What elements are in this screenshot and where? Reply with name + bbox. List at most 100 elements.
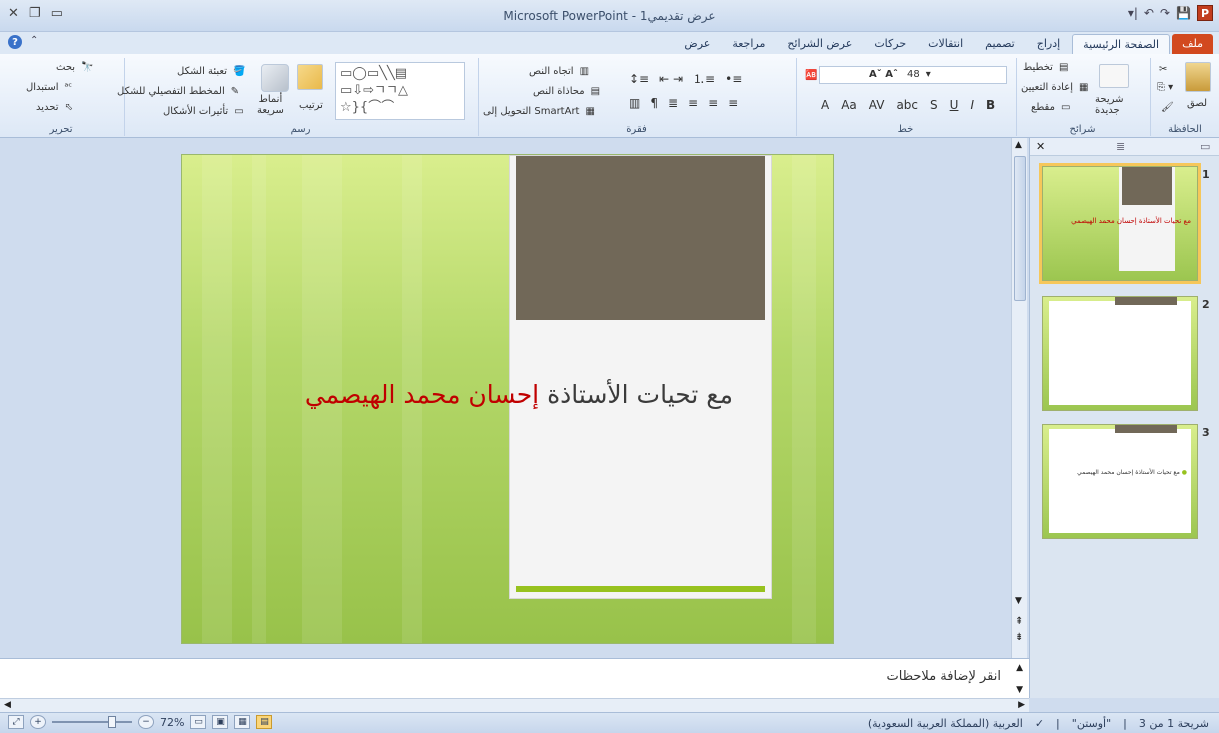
slideshow-view-icon[interactable]: ▭ [190,715,207,729]
paste-button[interactable]: لصق [1187,98,1207,109]
arrange-button[interactable]: ترتيب [299,100,323,111]
save-icon[interactable]: 💾 [1176,6,1191,20]
bullets-icon[interactable]: •≡ [725,72,742,86]
scroll-down-icon[interactable]: ▼ [1015,596,1022,606]
fit-slide-icon[interactable]: ⤢ [8,715,24,729]
indent-icons[interactable]: ⇤ ⇥ [659,72,683,86]
tab-design[interactable]: تصميم [975,34,1025,54]
line-spacing-icon[interactable]: ↕≡ [629,72,649,86]
tab-home[interactable]: الصفحة الرئيسية [1072,34,1171,54]
powerpoint-logo-icon[interactable]: P [1197,5,1213,21]
shape-effects-button[interactable]: تأثيرات الأشكال ▭ [163,106,244,117]
paste-icon[interactable] [1185,62,1211,92]
slide-sorter-icon[interactable]: ▦ [234,715,251,729]
content-panel [509,155,772,599]
change-case-icon[interactable]: Aa [841,98,857,112]
numbering-icon[interactable]: ⒈≡ [693,70,715,87]
align-center-icon[interactable]: ≡ [708,96,718,110]
font-color-icon[interactable]: A [821,98,829,112]
tab-transitions[interactable]: انتقالات [918,34,973,54]
new-slide-icon[interactable] [1099,64,1129,88]
scroll-right-icon[interactable]: ▶ [1018,700,1025,710]
redo-icon[interactable]: ↷ [1160,6,1170,20]
shapes-gallery[interactable]: ▭◯▭╲╲▤ ▭⇩⇨ㄱㄱ△ ☆}{⌒⌒ [335,62,465,120]
select-button[interactable]: تحديد ⬁ [36,102,73,113]
language-indicator[interactable]: العربية (المملكة العربية السعودية) [868,717,1023,730]
justify-icon[interactable]: ≣ [668,96,678,110]
spellcheck-icon[interactable]: ✓ [1035,717,1044,730]
shape-outline-button[interactable]: المخطط التفصيلي للشكل ✎ [117,86,239,97]
quick-styles-button[interactable]: أنماط سريعة [257,94,284,116]
outline-tab-icon[interactable]: ≣ [1116,140,1125,153]
section-button[interactable]: مقطع ▭ [1031,102,1070,113]
slide-title-text[interactable]: مع تحيات الأستاذة إحسان محمد الهيصمي [305,380,733,409]
thumb-picture [1115,297,1177,305]
layout-button[interactable]: تخطيط ▤ [1023,62,1068,73]
replace-button[interactable]: استبدال ᵃᶜ [26,82,72,93]
close-pane-icon[interactable]: ✕ [1036,140,1045,153]
thumb-content-panel [1049,429,1191,533]
horizontal-scrollbar[interactable]: ◀ ▶ [0,698,1029,712]
cut-icon[interactable]: ✂ [1159,64,1167,75]
zoom-out-icon[interactable]: − [138,715,154,729]
tab-slideshow[interactable]: عرض الشرائح [777,34,862,54]
scroll-left-icon[interactable]: ◀ [4,700,11,710]
text-direction-button[interactable]: اتجاه النص ▥ [529,66,589,77]
new-slide-button[interactable]: شريحة جديدة [1095,94,1148,116]
customize-qat-icon[interactable]: ▾| [1128,6,1138,20]
zoom-slider-knob[interactable] [108,716,116,728]
scroll-up-icon[interactable]: ▲ [1015,140,1022,150]
align-text-button[interactable]: محاذاة النص ▤ [533,86,600,97]
tab-file[interactable]: ملف [1172,34,1213,54]
drawing-group-label: رسم [290,124,311,135]
status-bar: ⤢ + − 72% ▭ ▣ ▦ ▤ شريحة 1 من 3 | "أوستن"… [0,712,1219,733]
quick-styles-icon[interactable] [261,64,289,92]
align-left-icon[interactable]: ≡ [688,96,698,110]
current-slide[interactable]: مع تحيات الأستاذة إحسان محمد الهيصمي [181,154,834,644]
font-size-field[interactable]: 48 ▾ [907,69,931,80]
undo-icon[interactable]: ↶ [1144,6,1154,20]
rtl-icon[interactable]: ¶ [650,96,658,110]
tab-review[interactable]: مراجعة [722,34,775,54]
align-right-icon[interactable]: ≡ [728,96,738,110]
slide-thumbnail-2[interactable] [1042,296,1198,411]
bold-icon[interactable]: B [986,98,995,112]
slide-thumbnail-3[interactable]: ● مع تحيات الأستاذة إحسان محمد الهيصمي [1042,424,1198,539]
prev-slide-icon[interactable]: ⇞ [1015,616,1023,627]
columns-icon[interactable]: ▥ [629,96,640,110]
tab-animations[interactable]: حركات [864,34,916,54]
tab-view[interactable]: عرض [674,34,720,54]
find-label: بحث [56,62,76,73]
minimize-ribbon-icon[interactable]: ⌃ [30,35,38,49]
slide-vertical-scrollbar[interactable]: ▲ ▼ ⇞ ⇟ [1011,138,1027,658]
shape-fill-button[interactable]: تعبئة الشكل 🪣 [177,66,245,77]
reading-view-icon[interactable]: ▣ [212,715,229,729]
zoom-level[interactable]: 72% [160,716,184,729]
italic-icon[interactable]: I [970,98,974,112]
grow-shrink-font-icons[interactable]: Aˇ Aˆ [869,69,898,80]
arrange-icon[interactable] [297,64,323,90]
notes-pane[interactable]: انقر لإضافة ملاحظات ▲ ▼ [0,658,1029,698]
underline-icon[interactable]: U [950,98,959,112]
shadow-icon[interactable]: S [930,98,938,112]
slide-thumbnail-1[interactable]: مع تحيات الأستاذة إحسان محمد الهيصمي [1039,163,1201,284]
zoom-slider[interactable] [52,716,132,728]
tab-insert[interactable]: إدراج [1027,34,1070,54]
notes-scroll-down-icon[interactable]: ▼ [1016,685,1023,695]
notes-scroll-up-icon[interactable]: ▲ [1016,663,1023,673]
zoom-in-icon[interactable]: + [30,715,46,729]
next-slide-icon[interactable]: ⇟ [1015,632,1023,643]
reset-button[interactable]: إعادة التعيين ▦ [1021,82,1088,93]
copy-icon[interactable]: ⎘ ▾ [1157,82,1173,93]
clear-format-icon[interactable]: 🆎 [805,70,817,81]
strikethrough-icon[interactable]: abc [896,98,918,112]
slides-tab-icon[interactable]: ▭ [1200,140,1210,153]
find-button[interactable]: بحث 🔭 [56,62,94,73]
normal-view-icon[interactable]: ▤ [256,715,273,729]
help-icon[interactable]: ? [8,35,22,49]
scroll-thumb[interactable] [1014,156,1026,301]
smartart-button[interactable]: التحويل إلى SmartArt ▦ [483,106,595,117]
notes-placeholder[interactable]: انقر لإضافة ملاحظات [887,669,1001,684]
format-painter-icon[interactable]: 🖌 [1161,102,1174,113]
char-spacing-icon[interactable]: AV [869,98,885,112]
